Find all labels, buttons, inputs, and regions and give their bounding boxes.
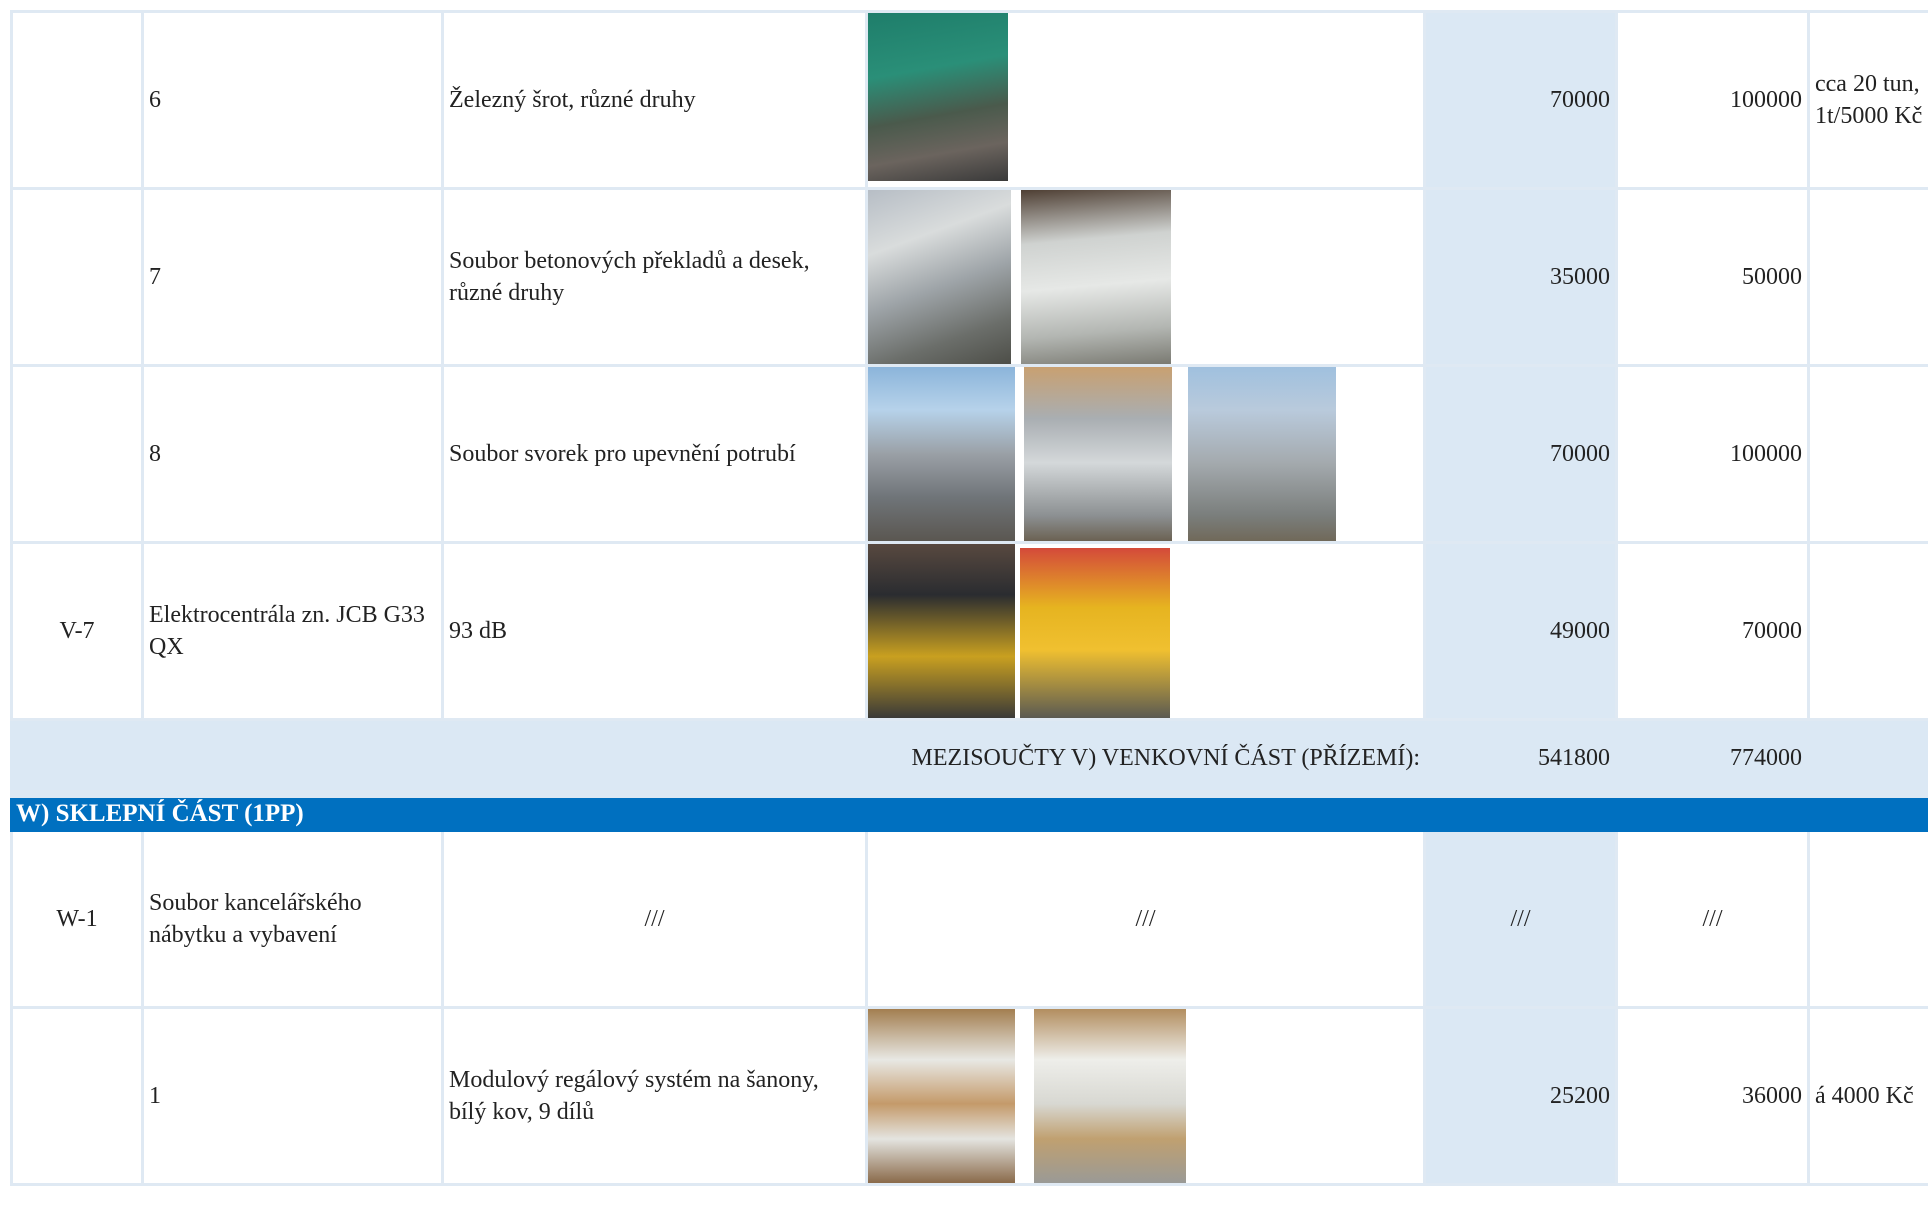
item-id-cell — [10, 1006, 144, 1186]
value-high-cell: 100000 — [1615, 364, 1810, 544]
photos-cell — [865, 364, 1426, 544]
note-cell: á 4000 Kč — [1807, 1006, 1928, 1186]
pipe-clamps-photo-1 — [869, 368, 1015, 540]
photos-placeholder: /// — [865, 829, 1426, 1009]
section-title: W) SKLEPNÍ ČÁST (1PP) — [10, 795, 1928, 832]
table-row: 1 Modulový regálový systém na šanony, bí… — [10, 1006, 1928, 1186]
table-row: 6 Železný šrot, různé druhy 70000 100000… — [10, 10, 1928, 190]
item-id-cell: W-1 — [10, 829, 144, 1009]
description-placeholder: /// — [441, 829, 868, 1009]
item-number-cell: 8 — [141, 364, 444, 544]
table-row: 7 Soubor betonových překladů a desek, rů… — [10, 187, 1928, 367]
subtotal-value-low: 541800 — [1423, 718, 1618, 798]
pipe-clamps-photo-2 — [1024, 368, 1172, 540]
item-name-cell: Elektrocentrála zn. JCB G33 QX — [141, 541, 444, 721]
concrete-slabs-photo — [1021, 191, 1171, 363]
item-id-cell — [10, 10, 144, 190]
value-high-cell: 36000 — [1615, 1006, 1810, 1186]
value-low-cell: 70000 — [1423, 364, 1618, 544]
table-row: W-1 Soubor kancelářského nábytku a vybav… — [10, 829, 1928, 1009]
item-name-cell: Soubor kancelářského nábytku a vybavení — [141, 829, 444, 1009]
photos-cell — [865, 541, 1426, 721]
value-high-cell: 50000 — [1615, 187, 1810, 367]
photos-cell — [865, 187, 1426, 367]
value-low-cell: 35000 — [1423, 187, 1618, 367]
item-number-cell: 7 — [141, 187, 444, 367]
concrete-lintels-photo — [869, 191, 1011, 363]
item-description-cell: Soubor betonových překladů a desek, různ… — [441, 187, 868, 367]
shelving-photo-2 — [1034, 1010, 1186, 1182]
pipe-clamps-photo-3 — [1188, 368, 1336, 540]
value-low-placeholder: /// — [1423, 829, 1618, 1009]
item-description-cell: Železný šrot, různé druhy — [441, 10, 868, 190]
item-id-cell: V-7 — [10, 541, 144, 721]
shelving-photo-1 — [869, 1010, 1015, 1182]
table-row: 8 Soubor svorek pro upevnění potrubí 700… — [10, 364, 1928, 544]
item-description-cell: Soubor svorek pro upevnění potrubí — [441, 364, 868, 544]
item-number-cell: 1 — [141, 1006, 444, 1186]
value-low-cell: 49000 — [1423, 541, 1618, 721]
subtotal-row: MEZISOUČTY V) VENKOVNÍ ČÁST (PŘÍZEMÍ): 5… — [10, 718, 1928, 798]
value-high-cell: 100000 — [1615, 10, 1810, 190]
value-high-placeholder: /// — [1615, 829, 1810, 1009]
inventory-table: 6 Železný šrot, různé druhy 70000 100000… — [10, 10, 1928, 1186]
note-cell: cca 20 tun, 1t/5000 Kč — [1807, 10, 1928, 190]
value-low-cell: 70000 — [1423, 10, 1618, 190]
generator-photo-2 — [1020, 548, 1170, 717]
note-cell — [1807, 364, 1928, 544]
photos-cell — [865, 10, 1426, 190]
item-description-cell: Modulový regálový systém na šanony, bílý… — [441, 1006, 868, 1186]
subtotal-note — [1807, 718, 1928, 798]
section-header-row: W) SKLEPNÍ ČÁST (1PP) — [10, 795, 1928, 832]
item-id-cell — [10, 187, 144, 367]
note-cell — [1807, 829, 1928, 1009]
value-high-cell: 70000 — [1615, 541, 1810, 721]
note-cell — [1807, 541, 1928, 721]
note-cell — [1807, 187, 1928, 367]
table-row: V-7 Elektrocentrála zn. JCB G33 QX 93 dB… — [10, 541, 1928, 721]
scrap-metal-photo — [869, 14, 1008, 181]
generator-photo-1 — [869, 545, 1015, 717]
item-description-cell: 93 dB — [441, 541, 868, 721]
subtotal-label: MEZISOUČTY V) VENKOVNÍ ČÁST (PŘÍZEMÍ): — [10, 718, 1426, 798]
item-number-cell: 6 — [141, 10, 444, 190]
photos-cell — [865, 1006, 1426, 1186]
subtotal-value-high: 774000 — [1615, 718, 1810, 798]
item-id-cell — [10, 364, 144, 544]
value-low-cell: 25200 — [1423, 1006, 1618, 1186]
